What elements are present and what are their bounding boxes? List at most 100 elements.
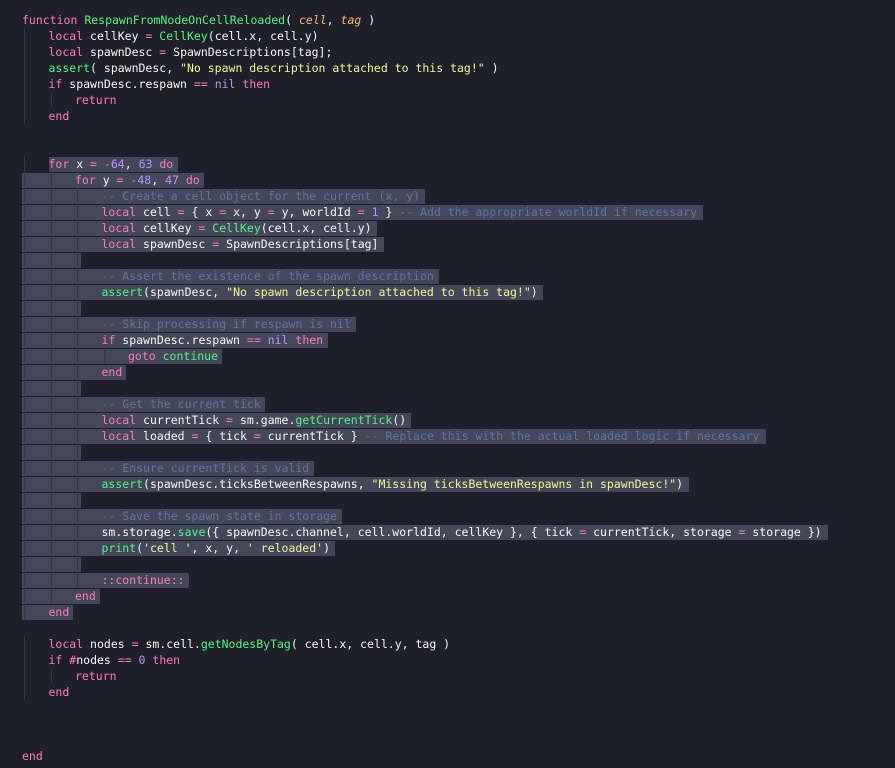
- code-token: ==: [246, 333, 268, 347]
- code-line[interactable]: if #nodes == 0 then: [0, 652, 895, 668]
- code-token: return: [75, 669, 117, 683]
- code-line[interactable]: if spawnDesc.respawn == nil then: [0, 76, 895, 92]
- indent-guide: [24, 220, 25, 236]
- code-token: (cell.x, cell.y): [207, 29, 319, 43]
- code-line[interactable]: [0, 620, 895, 636]
- code-line[interactable]: [0, 716, 895, 732]
- code-token: local: [48, 637, 91, 651]
- code-line[interactable]: [0, 492, 895, 508]
- indent-guide: [50, 284, 52, 300]
- code-line[interactable]: -- Save the spawn state in storage: [0, 508, 895, 524]
- code-editor[interactable]: function RespawnFromNodeOnCellReloaded ( …: [0, 0, 895, 768]
- indent-guide: [50, 572, 52, 588]
- code-line[interactable]: local cellKey = CellKey(cell.x, cell.y): [0, 28, 895, 44]
- code-text: return: [75, 668, 117, 684]
- code-token: -48: [130, 173, 152, 187]
- code-line[interactable]: ::continue::: [0, 572, 895, 588]
- indent-guide: [24, 476, 25, 492]
- code-line[interactable]: [0, 700, 895, 716]
- code-token: ): [530, 285, 538, 299]
- indent-guide: [24, 380, 25, 396]
- code-line[interactable]: [0, 300, 895, 316]
- indent-guide: [77, 268, 78, 284]
- indent-guide: [24, 492, 25, 508]
- code-line[interactable]: -- Skip processing if respawn is nil: [0, 316, 895, 332]
- code-line[interactable]: -- Ensure currentTick is valid: [0, 460, 895, 476]
- code-line[interactable]: -- Create a cell object for the current …: [0, 188, 895, 204]
- code-line[interactable]: for y = -48, 47 do: [0, 172, 895, 188]
- code-token: end: [101, 365, 123, 379]
- code-token: =: [90, 157, 104, 171]
- code-line[interactable]: return: [0, 668, 895, 684]
- code-token: =: [159, 45, 174, 59]
- code-line[interactable]: [0, 380, 895, 396]
- indent-guide: [24, 460, 25, 476]
- code-token: SpawnDescriptions[tag];: [173, 45, 333, 59]
- code-line[interactable]: assert(spawnDesc.ticksBetweenRespawns, "…: [0, 476, 895, 492]
- code-line[interactable]: [0, 732, 895, 748]
- code-token: goto: [128, 349, 163, 363]
- indent-guide: [50, 188, 52, 204]
- indent-guide: [50, 428, 52, 444]
- code-line[interactable]: return: [0, 92, 895, 108]
- code-line[interactable]: [0, 556, 895, 572]
- code-line[interactable]: local cellKey = CellKey(cell.x, cell.y): [0, 220, 895, 236]
- code-line[interactable]: [0, 444, 895, 460]
- code-line[interactable]: for x = -64, 63 do: [0, 156, 895, 172]
- indent-guide: [24, 396, 25, 412]
- code-line[interactable]: end: [0, 364, 895, 380]
- indent-guide: [77, 524, 78, 540]
- code-line[interactable]: function RespawnFromNodeOnCellReloaded( …: [0, 12, 895, 28]
- code-token: RespawnFromNodeOnCellReloaded: [84, 13, 286, 27]
- code-token: ' reloaded': [246, 541, 324, 555]
- code-text: sm.storage.save({ spawnDesc.channel, cel…: [102, 524, 822, 540]
- code-line[interactable]: local currentTick = sm.game.getCurrentTi…: [0, 412, 895, 428]
- code-token: =: [212, 237, 227, 251]
- code-line[interactable]: -- Get the current tick: [0, 396, 895, 412]
- code-token: save: [177, 525, 206, 539]
- code-token: end: [75, 589, 96, 603]
- code-token: spawnDesc.respawn: [122, 333, 247, 347]
- code-line[interactable]: assert( spawnDesc, "No spawn description…: [0, 60, 895, 76]
- code-line[interactable]: -- Assert the existence of the spawn des…: [0, 268, 895, 284]
- code-text: assert(spawnDesc.ticksBetweenRespawns, "…: [102, 476, 684, 492]
- indent-guide: [24, 188, 25, 204]
- selection-highlight: [22, 301, 81, 316]
- code-line[interactable]: end: [0, 684, 895, 700]
- code-text: end: [102, 364, 123, 380]
- code-line[interactable]: sm.storage.save({ spawnDesc.channel, cel…: [0, 524, 895, 540]
- code-line[interactable]: local spawnDesc = SpawnDescriptions[tag]: [0, 236, 895, 252]
- code-line[interactable]: end: [0, 604, 895, 620]
- code-line[interactable]: end: [0, 748, 895, 764]
- code-line[interactable]: end: [0, 108, 895, 124]
- code-token: end: [48, 685, 70, 699]
- code-line[interactable]: [0, 140, 895, 156]
- code-token: SpawnDescriptions[tag]: [226, 237, 379, 251]
- indent-guide: [24, 556, 25, 572]
- code-text: assert( spawnDesc, "No spawn description…: [49, 60, 499, 76]
- code-line[interactable]: local spawnDesc = SpawnDescriptions[tag]…: [0, 44, 895, 60]
- code-line[interactable]: local loaded = { tick = currentTick } --…: [0, 428, 895, 444]
- code-line[interactable]: [0, 124, 895, 140]
- code-token: (cell.x, cell.y): [260, 221, 372, 235]
- code-token: currentTick, storage: [593, 525, 739, 539]
- code-line[interactable]: local cell = { x = x, y = y, worldId = 1…: [0, 204, 895, 220]
- indent-guide: [24, 92, 25, 108]
- code-token: 63: [138, 157, 160, 171]
- code-token: ==: [193, 77, 215, 91]
- code-line[interactable]: print('cell ', x, y, ' reloaded'): [0, 540, 895, 556]
- code-token: =: [131, 637, 146, 651]
- code-token: =: [145, 29, 160, 43]
- indent-guide: [77, 332, 78, 348]
- code-line[interactable]: local nodes = sm.cell.getNodesByTag( cel…: [0, 636, 895, 652]
- code-line[interactable]: if spawnDesc.respawn == nil then: [0, 332, 895, 348]
- code-line[interactable]: assert(spawnDesc, "No spawn description …: [0, 284, 895, 300]
- code-line[interactable]: goto continue: [0, 348, 895, 364]
- code-line[interactable]: [0, 252, 895, 268]
- code-token: ,: [326, 13, 341, 27]
- code-token: print: [101, 541, 137, 555]
- code-line[interactable]: end: [0, 588, 895, 604]
- code-text: local loaded = { tick = currentTick } --…: [102, 428, 760, 444]
- code-token: (spawnDesc.ticksBetweenRespawns,: [143, 477, 372, 491]
- code-token: end: [22, 749, 43, 763]
